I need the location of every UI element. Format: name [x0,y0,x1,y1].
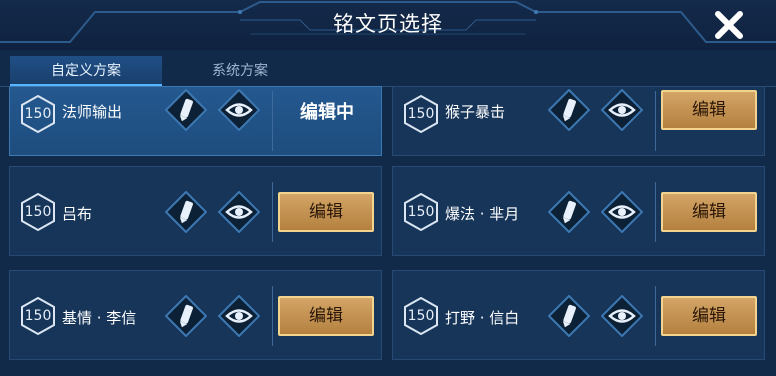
inscription-page-card[interactable]: 150 基情 · 李信 编辑 [9,270,382,360]
rename-button[interactable] [548,295,590,337]
eye-icon [218,89,260,131]
pencil-icon [165,89,207,131]
card-divider [272,286,273,346]
level-value: 150 [407,308,435,324]
preview-button[interactable] [601,295,643,337]
edit-button[interactable]: 编辑 [661,192,757,232]
pencil-icon [548,191,590,233]
level-badge: 150 [403,296,439,336]
level-badge: 150 [20,296,56,336]
rename-button[interactable] [165,89,207,131]
inscription-page-card[interactable]: 150 吕布 编辑 [9,166,382,256]
level-value: 150 [407,204,435,220]
preview-button[interactable] [601,191,643,233]
level-badge: 150 [20,94,56,134]
card-divider [655,91,656,151]
rename-button[interactable] [548,191,590,233]
pencil-icon [548,89,590,131]
preview-button[interactable] [218,191,260,233]
rename-button[interactable] [165,295,207,337]
pencil-icon [165,191,207,233]
edit-button[interactable]: 编辑 [661,90,757,130]
card-divider [655,286,656,346]
level-value: 150 [24,106,52,122]
edit-button[interactable]: 编辑 [278,296,374,336]
page-name: 爆法 · 芈月 [445,205,520,223]
level-value: 150 [24,308,52,324]
page-title: 铭文页选择 [333,12,443,36]
content-panel: 自定义方案 系统方案 150 法师输出 编辑中 150 猴子暴击 编辑 150 … [0,50,776,376]
level-badge: 150 [403,192,439,232]
preview-button[interactable] [601,89,643,131]
level-value: 150 [407,106,435,122]
tab-bar: 自定义方案 系统方案 [8,50,776,86]
edit-button[interactable]: 编辑 [278,192,374,232]
page-name: 打野 · 信白 [445,309,520,327]
pencil-icon [548,295,590,337]
editing-status: 编辑中 [300,102,354,123]
pencil-icon [165,295,207,337]
page-name: 法师输出 [62,103,123,121]
eye-icon [601,191,643,233]
preview-button[interactable] [218,295,260,337]
rename-button[interactable] [165,191,207,233]
inscription-page-card[interactable]: 150 法师输出 编辑中 [9,86,382,156]
tab-system-plans[interactable]: 系统方案 [170,56,310,86]
page-name: 吕布 [62,205,93,223]
card-divider [655,182,656,242]
card-divider [272,182,273,242]
level-badge: 150 [403,94,439,134]
level-value: 150 [24,204,52,220]
preview-button[interactable] [218,89,260,131]
card-divider [272,91,273,151]
header-bar: 铭文页选择 [0,0,776,50]
level-badge: 150 [20,192,56,232]
close-icon[interactable] [714,10,744,40]
tab-custom-plans[interactable]: 自定义方案 [10,56,162,86]
inscription-page-card[interactable]: 150 爆法 · 芈月 编辑 [392,166,765,256]
edit-button[interactable]: 编辑 [661,296,757,336]
rename-button[interactable] [548,89,590,131]
eye-icon [601,89,643,131]
inscription-page-card[interactable]: 150 打野 · 信白 编辑 [392,270,765,360]
inscription-page-select-screen: 铭文页选择 自定义方案 系统方案 150 法师输出 编辑中 150 猴子暴击 编… [0,0,776,376]
eye-icon [218,191,260,233]
page-name: 基情 · 李信 [62,309,137,327]
inscription-page-card[interactable]: 150 猴子暴击 编辑 [392,86,765,156]
page-name: 猴子暴击 [445,103,506,121]
eye-icon [218,295,260,337]
eye-icon [601,295,643,337]
